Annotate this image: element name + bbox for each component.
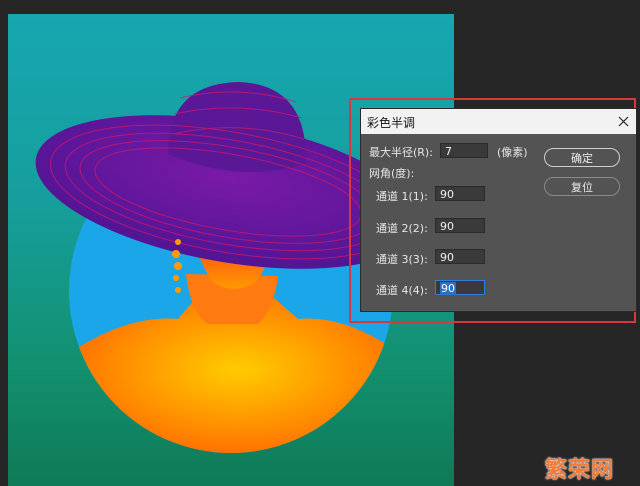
close-button[interactable] (612, 111, 634, 132)
max-radius-input[interactable]: 7 (440, 143, 488, 158)
channel-1-input[interactable]: 90 (435, 186, 485, 201)
max-radius-label: 最大半径(R): (369, 146, 433, 159)
dialog-title: 彩色半调 (367, 116, 416, 130)
ok-button[interactable]: 确定 (544, 148, 620, 167)
max-radius-unit: (像素) (497, 146, 528, 159)
color-halftone-dialog: 彩色半调 最大半径(R): 7 (像素) 网角(度): 通道 1(1): 90 … (361, 109, 636, 311)
close-icon (618, 116, 628, 127)
channel-2-label: 通道 2(2): (376, 222, 428, 235)
channel-4-label: 通道 4(4): (376, 284, 428, 297)
screen-angles-label: 网角(度): (369, 167, 415, 180)
dialog-titlebar[interactable]: 彩色半调 (361, 109, 636, 134)
channel-1-label: 通道 1(1): (376, 190, 428, 203)
channel-4-input[interactable]: 90 (435, 280, 485, 295)
channel-4-selected-value: 90 (440, 282, 456, 295)
watermark-text: 繁荣网 (545, 458, 615, 483)
channel-2-input[interactable]: 90 (435, 218, 485, 233)
reset-button[interactable]: 复位 (544, 177, 620, 196)
channel-3-label: 通道 3(3): (376, 253, 428, 266)
channel-3-input[interactable]: 90 (435, 249, 485, 264)
